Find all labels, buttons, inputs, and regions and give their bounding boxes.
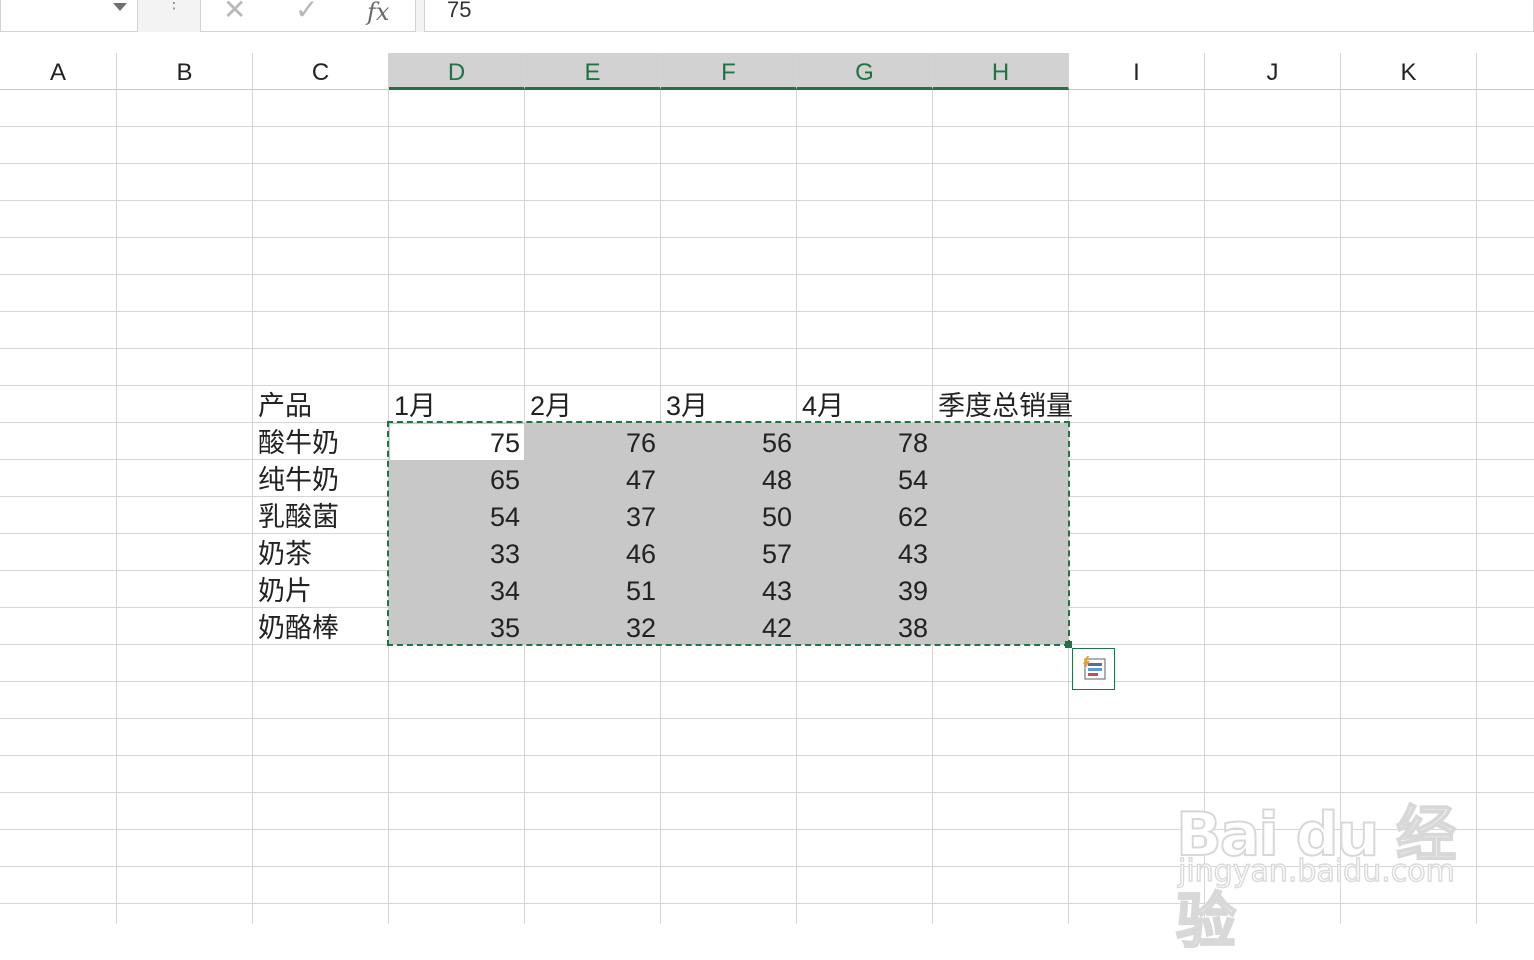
formula-value: 75 bbox=[447, 0, 472, 22]
baidu-watermark: Bai du 经验 jingyan.baidu.com bbox=[1175, 760, 1466, 958]
product-name-cell[interactable]: 奶酪棒 bbox=[258, 608, 339, 645]
column-header-d[interactable]: D bbox=[389, 53, 525, 90]
column-header-i[interactable]: I bbox=[1069, 53, 1205, 90]
column-header-k[interactable]: K bbox=[1341, 53, 1477, 90]
table-header-cell[interactable]: 3月 bbox=[666, 386, 708, 423]
table-header-cell[interactable]: 1月 bbox=[394, 386, 436, 423]
grid-hline bbox=[0, 681, 1534, 682]
product-name-cell[interactable]: 纯牛奶 bbox=[258, 460, 339, 497]
watermark-url: jingyan.baidu.com bbox=[1177, 853, 1455, 889]
grid-hline bbox=[0, 718, 1534, 719]
fill-handle[interactable] bbox=[1065, 641, 1072, 648]
copy-marquee bbox=[387, 421, 1070, 646]
chevron-down-icon[interactable] bbox=[113, 3, 127, 11]
column-header-c[interactable]: C bbox=[253, 53, 389, 90]
column-header-b[interactable]: B bbox=[117, 53, 253, 90]
column-header-e[interactable]: E bbox=[525, 53, 661, 90]
grid-hline bbox=[0, 126, 1534, 127]
formula-bar-grip-icon[interactable]: ⋮ bbox=[166, 0, 182, 20]
product-name-cell[interactable]: 乳酸菌 bbox=[258, 497, 339, 534]
grid-hline bbox=[0, 348, 1534, 349]
grid-hline bbox=[0, 274, 1534, 275]
grid-vline bbox=[116, 90, 117, 924]
product-name-cell[interactable]: 奶茶 bbox=[258, 534, 312, 571]
formula-bar: ⋮ ✕ ✓ fx 75 bbox=[0, 0, 1534, 32]
close-icon[interactable]: ✕ bbox=[223, 0, 246, 26]
quick-analysis-button[interactable] bbox=[1072, 648, 1115, 690]
table-header-cell[interactable]: 2月 bbox=[530, 386, 572, 423]
column-header-g[interactable]: G bbox=[797, 53, 933, 90]
grid-hline bbox=[0, 311, 1534, 312]
column-header-h[interactable]: H bbox=[933, 53, 1069, 90]
grid-hline bbox=[0, 385, 1534, 386]
column-header-j[interactable]: J bbox=[1205, 53, 1341, 90]
table-header-cell[interactable]: 4月 bbox=[802, 386, 844, 423]
check-icon[interactable]: ✓ bbox=[295, 0, 318, 26]
product-name-cell[interactable]: 酸牛奶 bbox=[258, 423, 339, 460]
grid-hline bbox=[0, 200, 1534, 201]
grid-hline bbox=[0, 163, 1534, 164]
formula-tools: ✕ ✓ fx bbox=[200, 0, 416, 32]
column-header-a[interactable]: A bbox=[0, 53, 117, 90]
name-box[interactable] bbox=[0, 0, 138, 32]
product-name-cell[interactable]: 奶片 bbox=[258, 571, 312, 608]
formula-input[interactable]: 75 bbox=[424, 0, 1534, 32]
grid-hline bbox=[0, 237, 1534, 238]
column-header-f[interactable]: F bbox=[661, 53, 797, 90]
fx-icon[interactable]: fx bbox=[367, 0, 389, 28]
table-header-cell[interactable]: 产品 bbox=[258, 386, 312, 423]
grid-vline bbox=[1476, 90, 1477, 924]
quick-analysis-icon bbox=[1083, 656, 1106, 680]
grid-vline bbox=[252, 90, 253, 924]
table-header-cell[interactable]: 季度总销量 bbox=[938, 386, 1073, 423]
grid-hline bbox=[0, 755, 1534, 756]
